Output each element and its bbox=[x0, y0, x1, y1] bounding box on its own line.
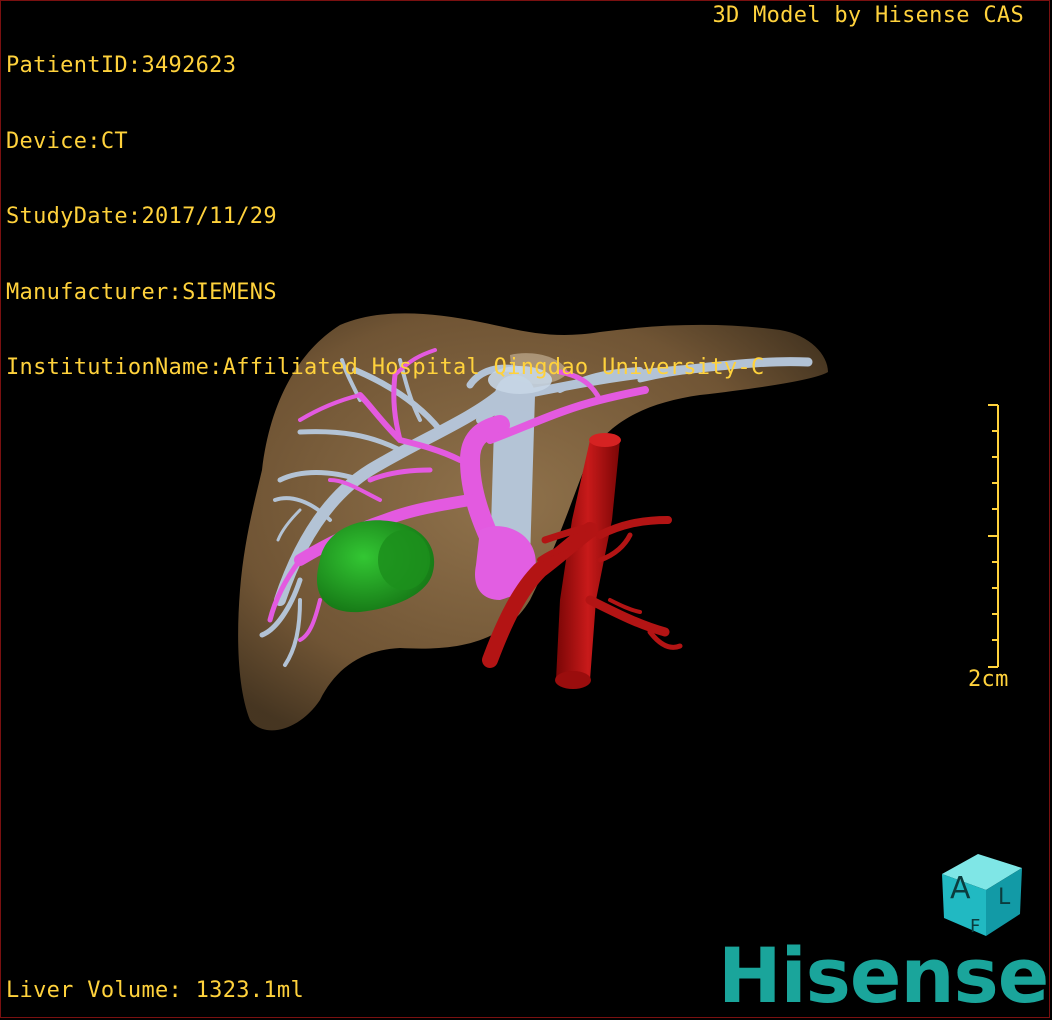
scale-bar bbox=[988, 404, 999, 668]
dicom-info-panel: PatientID:3492623 Device:CT StudyDate:20… bbox=[6, 3, 765, 406]
cube-side-letter: L bbox=[998, 885, 1011, 910]
institution-text: InstitutionName:Affiliated Hospital Qing… bbox=[6, 355, 765, 380]
model-credit-text: 3D Model by Hisense CAS bbox=[712, 3, 1024, 28]
manufacturer-text: Manufacturer:SIEMENS bbox=[6, 279, 277, 305]
scale-bar-label: 2cm bbox=[968, 667, 1009, 692]
device-text: Device:CT bbox=[6, 128, 128, 154]
orientation-cube-icon[interactable]: A L F bbox=[936, 848, 1028, 940]
cube-front-letter: A bbox=[950, 871, 971, 906]
liver-volume-text: Liver Volume: 1323.1ml bbox=[6, 978, 304, 1003]
study-date-text: StudyDate:2017/11/29 bbox=[6, 204, 277, 229]
patient-id-text: PatientID:3492623 bbox=[6, 53, 237, 78]
hisense-logo: Hisense bbox=[718, 931, 1049, 1020]
